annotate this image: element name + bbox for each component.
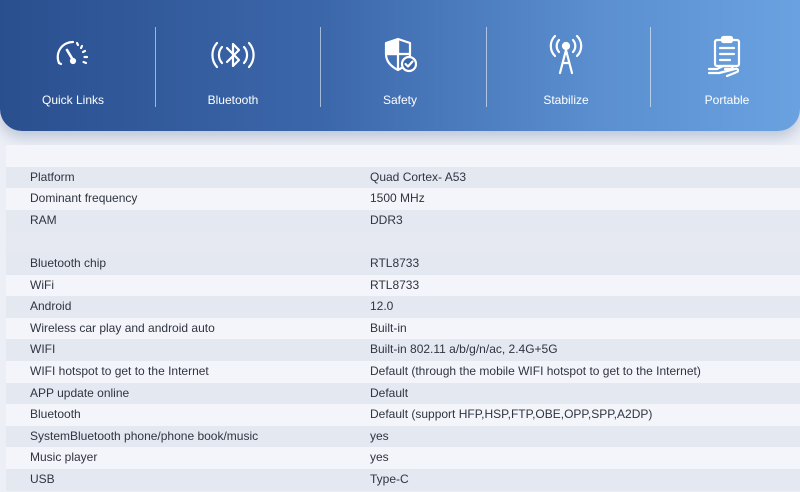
table-row: Bluetooth chip RTL8733	[6, 252, 800, 275]
table-row	[6, 231, 800, 253]
spec-value: 1500 MHz	[370, 191, 425, 206]
clipboard-hand-icon	[705, 33, 749, 77]
divider	[155, 27, 156, 107]
feature-bluetooth: Bluetooth	[158, 0, 308, 131]
table-row: Wireless car play and android auto Built-…	[6, 317, 800, 340]
spec-value: RTL8733	[370, 277, 420, 292]
spec-table: Platform Quad Cortex- A53 Dominant freque…	[6, 145, 800, 491]
bluetooth-icon	[211, 33, 255, 77]
feature-banner: Quick Links Bluetooth Safety Stabilize P…	[0, 0, 800, 131]
spec-value: DDR3	[370, 212, 403, 227]
table-row: APP update online Default	[6, 382, 800, 405]
divider	[486, 27, 487, 107]
speedometer-icon	[51, 33, 95, 77]
table-row: RAM DDR3	[6, 209, 800, 232]
feature-quick-links: Quick Links	[0, 0, 148, 131]
spec-name: Music player	[30, 450, 98, 465]
spec-value: Quad Cortex- A53	[370, 169, 467, 184]
spec-value: RTL8733	[370, 255, 420, 270]
table-row: USB Type-C	[6, 468, 800, 491]
spec-name: Android	[30, 299, 72, 314]
spec-name: RAM	[30, 212, 57, 227]
spec-name: Platform	[30, 169, 75, 184]
spec-name: Bluetooth chip	[30, 255, 107, 270]
table-row: Android 12.0	[6, 296, 800, 318]
table-row: Platform Quad Cortex- A53	[6, 166, 800, 189]
feature-label: Quick Links	[41, 93, 105, 107]
spec-name: Wireless car play and android auto	[30, 320, 215, 335]
table-row: WIFI hotspot to get to the Internet Defau…	[6, 360, 800, 383]
feature-safety: Safety	[325, 0, 475, 131]
antenna-signal-icon	[544, 33, 588, 77]
table-row: Dominant frequency 1500 MHz	[6, 188, 800, 210]
spec-name: SystemBluetooth phone/phone book/music	[30, 428, 259, 443]
table-row: Music player yes	[6, 447, 800, 469]
table-row: WIFI Built-in 802.11 a/b/g/n/ac, 2.4G+5G	[6, 339, 800, 361]
divider	[650, 27, 651, 107]
spec-value: yes	[370, 428, 389, 443]
spec-name: Bluetooth	[30, 407, 81, 422]
feature-label: Stabilize	[543, 93, 589, 107]
spec-name: USB	[30, 471, 55, 486]
spec-name: APP update online	[30, 385, 130, 400]
table-row	[6, 145, 800, 167]
spec-value: Built-in	[370, 320, 407, 335]
feature-label: Portable	[704, 93, 750, 107]
spec-name: WiFi	[30, 277, 54, 292]
feature-label: Safety	[382, 93, 418, 107]
spec-value: Default (through the mobile WIFI hotspot…	[370, 363, 701, 378]
divider	[320, 27, 321, 107]
spec-value: Default (support HFP,HSP,FTP,OBE,OPP,SPP…	[370, 407, 653, 422]
spec-value: yes	[370, 450, 389, 465]
spec-name: WIFI hotspot to get to the Internet	[30, 363, 209, 378]
spec-name: WIFI	[30, 342, 56, 357]
spec-name: Dominant frequency	[30, 191, 138, 206]
feature-portable: Portable	[652, 0, 800, 131]
spec-value: Built-in 802.11 a/b/g/n/ac, 2.4G+5G	[370, 342, 558, 357]
table-row: SystemBluetooth phone/phone book/music ye…	[6, 425, 800, 448]
spec-value: 12.0	[370, 299, 394, 314]
spec-value: Default	[370, 385, 409, 400]
feature-stabilize: Stabilize	[491, 0, 641, 131]
feature-label: Bluetooth	[207, 93, 259, 107]
table-row: WiFi RTL8733	[6, 274, 800, 297]
shield-check-icon	[378, 33, 422, 77]
table-row: Bluetooth Default (support HFP,HSP,FTP,OB…	[6, 404, 800, 426]
spec-value: Type-C	[370, 471, 409, 486]
